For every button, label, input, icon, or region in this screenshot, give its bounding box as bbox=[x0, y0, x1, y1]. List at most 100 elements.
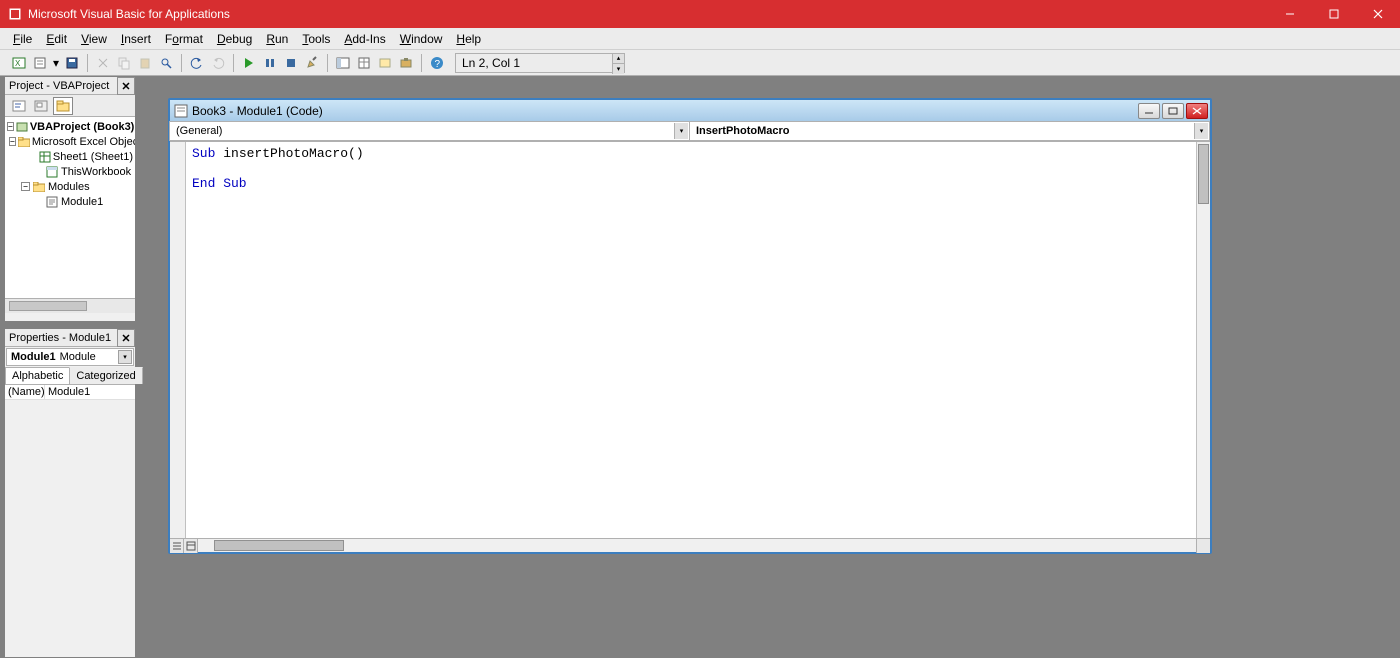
properties-tab-alphabetic[interactable]: Alphabetic bbox=[5, 367, 70, 384]
tree-sheet1[interactable]: Sheet1 (Sheet1) bbox=[7, 149, 133, 164]
module-icon bbox=[45, 196, 59, 208]
toolbar-separator bbox=[327, 54, 328, 72]
worksheet-icon bbox=[39, 151, 51, 163]
procedure-combo-value: InsertPhotoMacro bbox=[696, 125, 790, 137]
procedure-combo[interactable]: InsertPhotoMacro ▾ bbox=[689, 121, 1210, 141]
object-browser-icon[interactable] bbox=[376, 54, 394, 72]
svg-text:?: ? bbox=[435, 59, 441, 70]
code-window-title: Book3 - Module1 (Code) bbox=[192, 104, 1138, 118]
menu-file[interactable]: File bbox=[6, 30, 39, 48]
property-row[interactable]: (Name) Module1 bbox=[5, 385, 135, 400]
standard-toolbar: X ▾ ? Ln 2, Col 1 ▴ ▾ bbox=[0, 50, 1400, 76]
code-editor[interactable]: Sub insertPhotoMacro() End Sub bbox=[186, 142, 1196, 538]
svg-text:X: X bbox=[15, 59, 21, 68]
menu-edit[interactable]: Edit bbox=[39, 30, 74, 48]
toolbox-icon[interactable] bbox=[397, 54, 415, 72]
procedure-view-button[interactable] bbox=[170, 539, 184, 553]
break-icon[interactable] bbox=[261, 54, 279, 72]
design-mode-icon[interactable] bbox=[303, 54, 321, 72]
view-code-icon[interactable] bbox=[9, 97, 29, 115]
properties-grid[interactable]: (Name) Module1 bbox=[5, 385, 135, 400]
insert-module-icon[interactable] bbox=[31, 54, 49, 72]
window-minimize-button[interactable] bbox=[1268, 0, 1312, 28]
undo-icon[interactable] bbox=[188, 54, 206, 72]
toolbar-separator bbox=[233, 54, 234, 72]
redo-icon[interactable] bbox=[209, 54, 227, 72]
menu-run[interactable]: Run bbox=[259, 30, 295, 48]
dropdown-arrow-icon[interactable]: ▾ bbox=[674, 123, 688, 139]
tree-modules[interactable]: − Modules bbox=[7, 179, 133, 194]
object-combo[interactable]: (General) ▾ bbox=[169, 121, 690, 141]
properties-tab-categorized[interactable]: Categorized bbox=[69, 367, 142, 384]
tree-root[interactable]: − VBAProject (Book3) bbox=[7, 119, 133, 134]
collapse-icon[interactable]: − bbox=[21, 182, 30, 191]
properties-tabs: Alphabetic Categorized bbox=[5, 367, 135, 385]
menu-bar: File Edit View Insert Format Debug Run T… bbox=[0, 28, 1400, 50]
tree-excel-objects[interactable]: − Microsoft Excel Objects bbox=[7, 134, 133, 149]
reset-icon[interactable] bbox=[282, 54, 300, 72]
dropdown-arrow-icon[interactable]: ▾ bbox=[1194, 123, 1208, 139]
code-window: Book3 - Module1 (Code) (General) ▾ Inser… bbox=[168, 98, 1212, 554]
tree-thisworkbook[interactable]: ThisWorkbook bbox=[7, 164, 133, 179]
window-maximize-button[interactable] bbox=[1312, 0, 1356, 28]
run-icon[interactable] bbox=[240, 54, 258, 72]
project-tree-hscroll[interactable] bbox=[5, 299, 135, 313]
tree-label: Modules bbox=[48, 181, 90, 193]
code-window-titlebar[interactable]: Book3 - Module1 (Code) bbox=[170, 100, 1210, 122]
cursor-position-text: Ln 2, Col 1 bbox=[462, 56, 520, 70]
properties-object-type: Module bbox=[60, 351, 96, 363]
title-bar: Microsoft Visual Basic for Applications bbox=[0, 0, 1400, 28]
menu-addins[interactable]: Add-Ins bbox=[337, 30, 392, 48]
app-title: Microsoft Visual Basic for Applications bbox=[28, 7, 1268, 21]
cut-icon[interactable] bbox=[94, 54, 112, 72]
status-scroll-down[interactable]: ▾ bbox=[613, 64, 624, 74]
view-excel-icon[interactable]: X bbox=[10, 54, 28, 72]
menu-format[interactable]: Format bbox=[158, 30, 210, 48]
menu-window[interactable]: Window bbox=[393, 30, 450, 48]
project-explorer-icon[interactable] bbox=[334, 54, 352, 72]
toolbar-separator bbox=[181, 54, 182, 72]
tree-label: Module1 bbox=[61, 196, 103, 208]
paste-icon[interactable] bbox=[136, 54, 154, 72]
toolbar-separator bbox=[421, 54, 422, 72]
window-close-button[interactable] bbox=[1356, 0, 1400, 28]
collapse-icon[interactable]: − bbox=[9, 137, 16, 146]
mdi-workspace: Project - VBAProject ✕ − VBAProject (Boo… bbox=[0, 76, 1400, 658]
copy-icon[interactable] bbox=[115, 54, 133, 72]
insert-dropdown-arrow[interactable]: ▾ bbox=[52, 54, 60, 72]
toggle-folders-icon[interactable] bbox=[53, 97, 73, 115]
menu-debug[interactable]: Debug bbox=[210, 30, 259, 48]
vbaproject-icon bbox=[16, 121, 28, 133]
project-explorer-title: Project - VBAProject ✕ bbox=[5, 77, 135, 95]
code-vscrollbar[interactable] bbox=[1196, 142, 1210, 538]
view-object-icon[interactable] bbox=[31, 97, 51, 115]
codewin-close-button[interactable] bbox=[1186, 103, 1208, 119]
help-icon[interactable]: ? bbox=[428, 54, 446, 72]
project-explorer-close-button[interactable]: ✕ bbox=[117, 77, 135, 95]
tree-label: ThisWorkbook bbox=[61, 166, 131, 178]
tree-label: Microsoft Excel Objects bbox=[32, 136, 135, 148]
dropdown-arrow-icon[interactable]: ▾ bbox=[118, 350, 132, 364]
menu-help[interactable]: Help bbox=[449, 30, 488, 48]
save-icon[interactable] bbox=[63, 54, 81, 72]
properties-panel: Properties - Module1 ✕ Module1 Module ▾ … bbox=[4, 328, 136, 658]
properties-close-button[interactable]: ✕ bbox=[117, 329, 135, 347]
tree-root-label: VBAProject (Book3) bbox=[30, 121, 135, 133]
menu-insert[interactable]: Insert bbox=[114, 30, 158, 48]
menu-tools[interactable]: Tools bbox=[295, 30, 337, 48]
find-icon[interactable] bbox=[157, 54, 175, 72]
properties-window-icon[interactable] bbox=[355, 54, 373, 72]
resize-grip[interactable] bbox=[1196, 539, 1210, 553]
collapse-icon[interactable]: − bbox=[7, 122, 14, 131]
property-value[interactable]: Module1 bbox=[45, 385, 135, 399]
codewin-minimize-button[interactable] bbox=[1138, 103, 1160, 119]
code-hscrollbar[interactable] bbox=[198, 539, 1196, 552]
properties-object-combo[interactable]: Module1 Module ▾ bbox=[6, 348, 134, 366]
status-scroll-up[interactable]: ▴ bbox=[613, 54, 624, 65]
menu-view[interactable]: View bbox=[74, 30, 114, 48]
workbook-icon bbox=[45, 166, 59, 178]
full-module-view-button[interactable] bbox=[184, 539, 198, 553]
tree-module1[interactable]: Module1 bbox=[7, 194, 133, 209]
codewin-maximize-button[interactable] bbox=[1162, 103, 1184, 119]
project-tree[interactable]: − VBAProject (Book3) − Microsoft Excel O… bbox=[5, 117, 135, 299]
